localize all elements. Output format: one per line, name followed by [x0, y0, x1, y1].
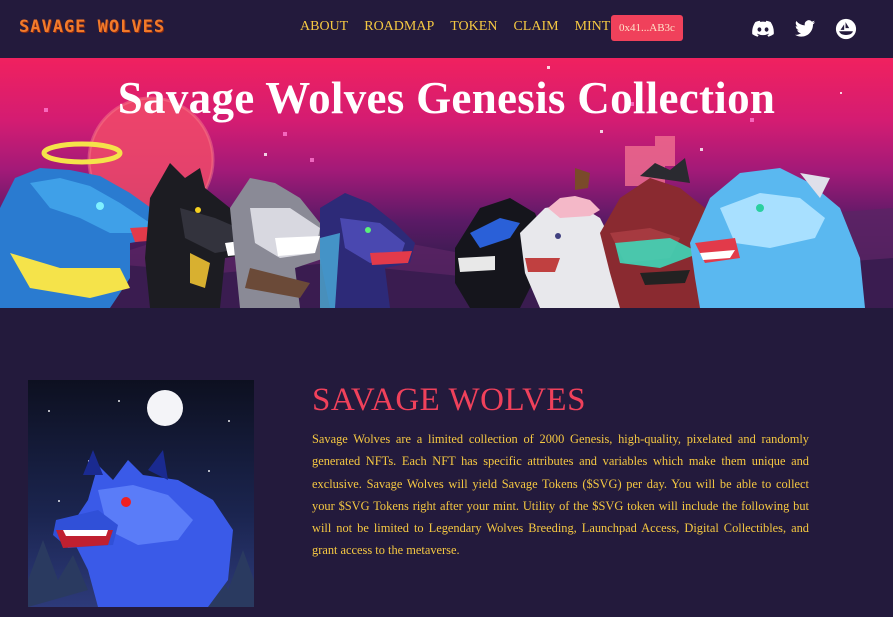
opensea-icon[interactable] — [835, 18, 857, 40]
nav-link-about[interactable]: ABOUT — [300, 19, 348, 35]
nav-menu: ABOUT ROADMAP TOKEN CLAIM MINT — [300, 19, 626, 35]
about-title: SAVAGE WOLVES — [312, 382, 586, 418]
nav-link-claim[interactable]: CLAIM — [513, 19, 558, 35]
top-navbar: SAVAGE WOLVES ABOUT ROADMAP TOKEN CLAIM … — [0, 0, 893, 58]
nav-link-roadmap[interactable]: ROADMAP — [364, 19, 434, 35]
hero-title: Savage Wolves Genesis Collection — [117, 73, 776, 123]
nav-link-token[interactable]: TOKEN — [450, 19, 497, 35]
wallet-button[interactable]: 0x41...AB3c — [611, 15, 683, 41]
twitter-icon[interactable] — [794, 18, 816, 40]
hero-banner: Savage Wolves Genesis Collection — [0, 58, 893, 308]
logo[interactable]: SAVAGE WOLVES — [19, 17, 165, 37]
nav-link-mint[interactable]: MINT — [575, 19, 611, 35]
about-description: Savage Wolves are a limited collection o… — [312, 432, 809, 558]
about-wolf-image — [28, 380, 254, 607]
discord-icon[interactable] — [752, 18, 774, 40]
